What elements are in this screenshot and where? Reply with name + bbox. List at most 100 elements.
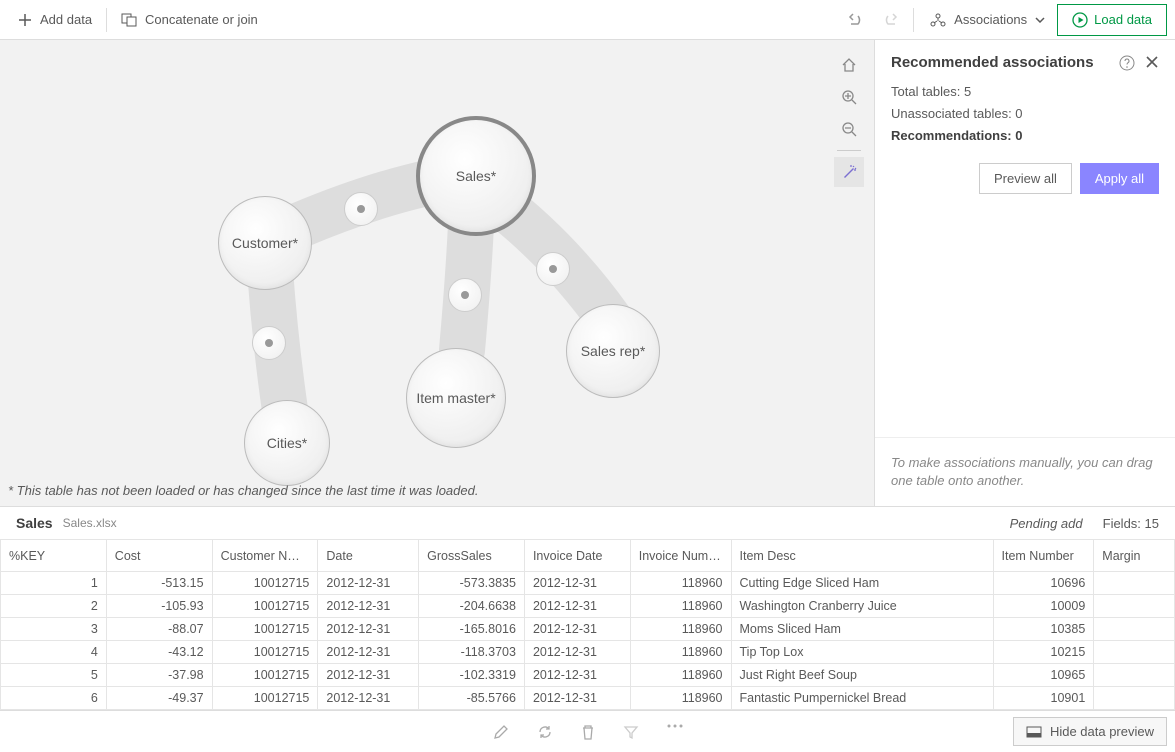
divider [837, 150, 861, 151]
table-cell: 2012-12-31 [524, 572, 630, 595]
column-header[interactable]: Margin [1094, 540, 1175, 572]
table-cell: 2012-12-31 [318, 664, 419, 687]
add-data-button[interactable]: Add data [8, 6, 102, 33]
home-button[interactable] [834, 50, 864, 80]
edit-button[interactable] [493, 724, 509, 740]
table-cell: -573.3835 [419, 572, 525, 595]
table-row[interactable]: 6-49.37100127152012-12-31-85.57662012-12… [1, 687, 1175, 710]
preview-table-wrap[interactable]: %KEYCostCustomer N…DateGrossSalesInvoice… [0, 539, 1175, 710]
fields-value: 15 [1145, 516, 1159, 531]
association-joint[interactable] [448, 278, 482, 312]
association-joint[interactable] [344, 192, 378, 226]
refresh-icon [537, 724, 553, 740]
column-header[interactable]: Customer N… [212, 540, 318, 572]
add-data-label: Add data [40, 12, 92, 27]
panel-icon [1026, 726, 1042, 738]
concatenate-label: Concatenate or join [145, 12, 258, 27]
column-header[interactable]: Item Number [993, 540, 1094, 572]
association-joint[interactable] [252, 326, 286, 360]
table-cell: 2012-12-31 [524, 618, 630, 641]
zoom-in-button[interactable] [834, 82, 864, 112]
column-header[interactable]: %KEY [1, 540, 107, 572]
magic-wand-button[interactable] [834, 157, 864, 187]
node-label: Sales* [456, 168, 496, 184]
redo-icon [883, 13, 899, 27]
table-cell: 1 [1, 572, 107, 595]
table-cell: 118960 [630, 618, 731, 641]
table-cell [1094, 618, 1175, 641]
undo-icon [847, 13, 863, 27]
table-cell: 118960 [630, 572, 731, 595]
zoom-in-icon [841, 89, 857, 105]
table-cell: Tip Top Lox [731, 641, 993, 664]
table-cell: 10696 [993, 572, 1094, 595]
panel-hint: To make associations manually, you can d… [875, 437, 1175, 506]
node-label: Customer* [232, 235, 298, 251]
table-cell: 2012-12-31 [524, 641, 630, 664]
table-cell: -85.5766 [419, 687, 525, 710]
table-node-item-master[interactable]: Item master* [406, 348, 506, 448]
canvas-footnote: * This table has not been loaded or has … [8, 483, 478, 498]
table-cell: 118960 [630, 687, 731, 710]
panel-stats: Total tables: 5 Unassociated tables: 0 R… [875, 77, 1175, 151]
table-cell: 118960 [630, 641, 731, 664]
more-button[interactable] [667, 724, 683, 740]
table-node-sales-rep[interactable]: Sales rep* [566, 304, 660, 398]
table-cell: -165.8016 [419, 618, 525, 641]
associations-label: Associations [954, 12, 1027, 27]
associations-dropdown[interactable]: Associations [918, 6, 1057, 34]
table-cell: -37.98 [106, 664, 212, 687]
column-header[interactable]: Item Desc [731, 540, 993, 572]
table-row[interactable]: 2-105.93100127152012-12-31-204.66382012-… [1, 595, 1175, 618]
filter-icon [623, 724, 639, 740]
redo-button[interactable] [873, 7, 909, 33]
table-cell: 2012-12-31 [318, 641, 419, 664]
table-row[interactable]: 1-513.15100127152012-12-31-573.38352012-… [1, 572, 1175, 595]
table-cell: -49.37 [106, 687, 212, 710]
table-cell: 10012715 [212, 572, 318, 595]
zoom-out-button[interactable] [834, 114, 864, 144]
table-row[interactable]: 5-37.98100127152012-12-31-102.33192012-1… [1, 664, 1175, 687]
table-cell: 10009 [993, 595, 1094, 618]
apply-all-button[interactable]: Apply all [1080, 163, 1159, 194]
column-header[interactable]: Date [318, 540, 419, 572]
table-cell: 4 [1, 641, 107, 664]
load-data-button[interactable]: Load data [1057, 4, 1167, 36]
close-icon[interactable] [1145, 55, 1159, 69]
filter-button[interactable] [623, 724, 639, 740]
canvas-tools [834, 50, 864, 187]
pending-status: Pending add [1010, 516, 1083, 531]
table-cell: 118960 [630, 595, 731, 618]
table-node-customer[interactable]: Customer* [218, 196, 312, 290]
concatenate-button[interactable]: Concatenate or join [111, 6, 268, 33]
column-header[interactable]: Invoice Date [524, 540, 630, 572]
table-cell: 3 [1, 618, 107, 641]
table-row[interactable]: 3-88.07100127152012-12-31-165.80162012-1… [1, 618, 1175, 641]
associations-canvas[interactable]: Sales* Customer* Item master* Sales rep*… [0, 40, 875, 506]
table-cell [1094, 595, 1175, 618]
association-joint[interactable] [536, 252, 570, 286]
column-header[interactable]: Invoice Num… [630, 540, 731, 572]
column-header[interactable]: Cost [106, 540, 212, 572]
refresh-button[interactable] [537, 724, 553, 740]
table-node-cities[interactable]: Cities* [244, 400, 330, 486]
table-node-sales[interactable]: Sales* [416, 116, 536, 236]
table-cell: 10012715 [212, 618, 318, 641]
preview-all-button[interactable]: Preview all [979, 163, 1072, 194]
magic-wand-icon [841, 164, 857, 180]
help-icon[interactable] [1119, 55, 1135, 71]
table-cell: 10215 [993, 641, 1094, 664]
table-row[interactable]: 4-43.12100127152012-12-31-118.37032012-1… [1, 641, 1175, 664]
hide-data-preview-button[interactable]: Hide data preview [1013, 717, 1167, 746]
delete-button[interactable] [581, 724, 595, 740]
undo-button[interactable] [837, 7, 873, 33]
table-cell: 5 [1, 664, 107, 687]
node-label: Item master* [416, 390, 495, 406]
zoom-out-icon [841, 121, 857, 137]
chevron-down-icon [1035, 17, 1045, 23]
preview-filename: Sales.xlsx [63, 516, 117, 530]
table-cell [1094, 664, 1175, 687]
load-data-label: Load data [1094, 12, 1152, 27]
column-header[interactable]: GrossSales [419, 540, 525, 572]
recommendations-label: Recommendations: [891, 128, 1015, 143]
